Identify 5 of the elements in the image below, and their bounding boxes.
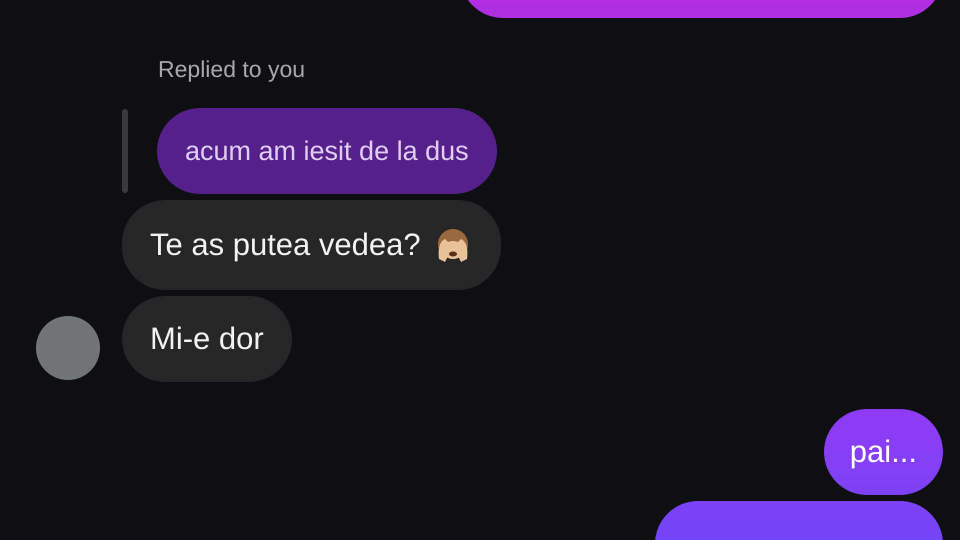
quoted-message-bubble: acum am iesit de la dus (157, 108, 497, 194)
reply-label: Replied to you (158, 56, 306, 82)
message-text: Te as putea vedea? (150, 227, 421, 263)
message-text: Mi-e dor (150, 321, 264, 357)
sent-message-bubble: pai... (824, 409, 943, 495)
